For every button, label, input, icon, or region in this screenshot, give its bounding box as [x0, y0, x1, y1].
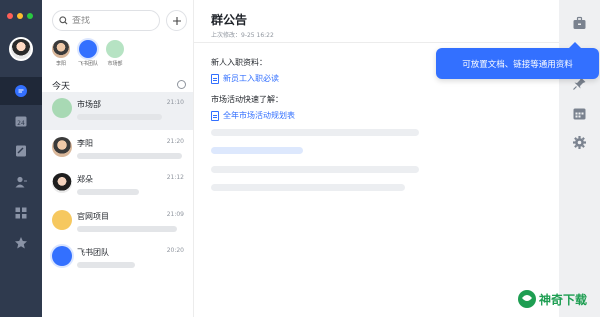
content-placeholder	[211, 166, 419, 173]
search-icon	[59, 16, 68, 25]
chat-time: 21:20	[166, 138, 184, 145]
minimize-window-dot[interactable]	[17, 13, 23, 19]
content-placeholder	[211, 129, 419, 136]
quick-contact-marketing[interactable]: 市场部	[102, 40, 128, 67]
content-placeholder	[211, 147, 303, 154]
quick-contact-feishu-team[interactable]: 飞书团队	[75, 40, 101, 67]
chat-time: 21:09	[166, 211, 184, 218]
calendar-icon[interactable]	[572, 106, 587, 121]
document-icon	[211, 73, 219, 84]
plus-icon	[172, 16, 181, 25]
svg-text:24: 24	[17, 120, 25, 127]
doc-link-label: 新员工入职必读	[223, 74, 279, 83]
search-input[interactable]	[72, 15, 152, 26]
calendar-icon: 24	[15, 116, 27, 127]
quick-contact-label: 李阳	[55, 61, 66, 67]
chat-row[interactable]: 市场部 21:10	[42, 92, 193, 130]
nav-messages[interactable]	[0, 77, 42, 105]
avatar	[52, 40, 70, 58]
chat-time: 21:12	[166, 174, 184, 181]
chat-row[interactable]: 官网项目 21:09	[42, 204, 193, 242]
nav-calendar[interactable]: 24	[0, 107, 42, 135]
add-button[interactable]	[166, 10, 187, 31]
nav-docs[interactable]	[0, 137, 42, 165]
message-preview-placeholder	[77, 189, 139, 195]
last-modified-text: 上次修改：9-25 16:22	[211, 32, 274, 39]
chat-name: 李阳	[77, 139, 93, 148]
group-icon	[52, 246, 72, 266]
collapse-section-icon[interactable]	[177, 80, 186, 89]
nav-rail: 24	[0, 0, 42, 317]
chat-row[interactable]: 李阳 21:20	[42, 131, 193, 169]
content-placeholder	[211, 184, 405, 191]
chat-time: 21:10	[166, 99, 184, 106]
group-icon	[106, 40, 124, 58]
chat-list-panel: 李阳 飞书团队 市场部 今天 市场部 21:10 李阳 21:20 郑朵 21:…	[42, 0, 194, 317]
person-avatar	[52, 137, 72, 157]
chat-bubble-icon	[15, 85, 27, 97]
section-header-today: 今天	[52, 82, 71, 92]
briefcase-icon[interactable]	[572, 16, 587, 31]
document-icon	[211, 110, 219, 121]
my-avatar[interactable]	[9, 37, 33, 61]
message-preview-placeholder	[77, 153, 182, 159]
doc-link-marketing-plan[interactable]: 全年市场活动规划表	[211, 110, 295, 121]
person-avatar	[52, 173, 72, 193]
watermark-logo: 神奇下载	[518, 290, 587, 308]
chat-time: 20:20	[166, 247, 184, 254]
star-icon	[15, 237, 27, 249]
chat-name: 飞书团队	[77, 248, 109, 257]
maximize-window-dot[interactable]	[27, 13, 33, 19]
message-preview-placeholder	[77, 262, 135, 268]
chat-name: 官网项目	[77, 212, 109, 221]
chat-name: 市场部	[77, 100, 101, 109]
chat-row[interactable]: 飞书团队 20:20	[42, 240, 193, 278]
search-box[interactable]	[52, 10, 160, 31]
page-title: 群公告	[211, 13, 248, 27]
message-preview-placeholder	[77, 226, 177, 232]
chat-row[interactable]: 郑朵 21:12	[42, 167, 193, 205]
contacts-icon	[15, 176, 27, 188]
watermark-text: 神奇下载	[539, 292, 587, 307]
nav-workplace[interactable]	[0, 199, 42, 227]
app-window: 24 查找 李阳 飞书团队 市场部 今天 市场部 21:10 李阳 21:20 …	[0, 0, 600, 317]
group-icon	[52, 98, 72, 118]
doc-link-onboarding[interactable]: 新员工入职必读	[211, 73, 279, 84]
chat-name: 郑朵	[77, 175, 93, 184]
section-heading: 新人入职资料：	[211, 58, 267, 67]
site-watermark: 神奇下载	[516, 286, 596, 312]
tooltip: 可放置文档、链接等通用资料	[436, 42, 599, 79]
divider	[194, 42, 559, 43]
message-preview-placeholder	[77, 114, 162, 120]
nav-favorites[interactable]	[0, 229, 42, 257]
group-icon	[52, 210, 72, 230]
settings-gear-icon[interactable]	[572, 135, 587, 150]
group-icon	[79, 40, 97, 58]
quick-contact-label: 市场部	[107, 61, 123, 67]
quick-contact-label: 飞书团队	[77, 61, 98, 67]
doc-link-label: 全年市场活动规划表	[223, 111, 295, 120]
nav-contacts[interactable]	[0, 168, 42, 196]
section-heading: 市场活动快速了解：	[211, 95, 283, 104]
doc-edit-icon	[16, 145, 26, 157]
close-window-dot[interactable]	[7, 13, 13, 19]
quick-contact-liyang[interactable]: 李阳	[48, 40, 74, 67]
apps-grid-icon	[15, 207, 27, 219]
